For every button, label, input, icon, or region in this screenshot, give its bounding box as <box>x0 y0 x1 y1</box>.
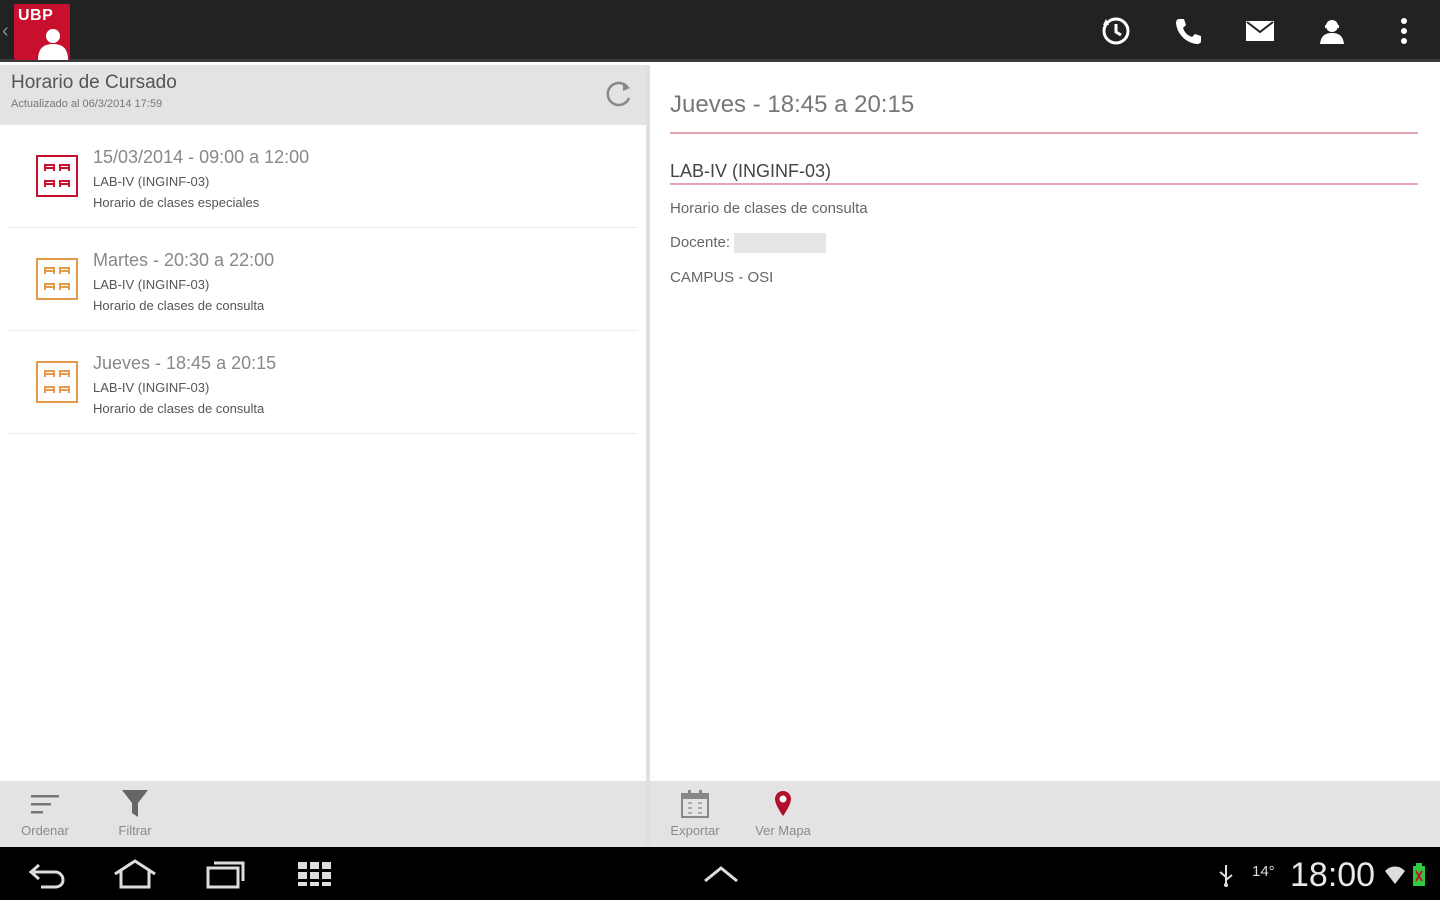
updated-timestamp: Actualizado al 06/3/2014 17:59 <box>11 98 163 110</box>
teacher-name-redacted <box>734 233 827 253</box>
item-type: Horario de clases especiales <box>93 195 260 210</box>
calendar-icon <box>36 258 78 300</box>
item-title: Jueves - 18:45 a 20:15 <box>93 353 277 373</box>
detail-location: CAMPUS - OSI <box>670 269 774 286</box>
action-icons <box>1080 0 1440 62</box>
list-header: Horario de Cursado Actualizado al 06/3/2… <box>0 65 646 125</box>
clock: 18:00 <box>1290 856 1376 894</box>
item-subject: LAB-IV (INGINF-03) <box>93 380 210 395</box>
map-pin-icon <box>738 787 828 821</box>
home-icon[interactable] <box>100 855 170 893</box>
calendar-icon <box>36 155 78 197</box>
page-title: Horario de Cursado <box>11 72 177 93</box>
calendar-export-icon <box>650 787 740 821</box>
item-type: Horario de clases de consulta <box>93 401 265 416</box>
detail-teacher: Docente: <box>670 233 827 253</box>
item-subject: LAB-IV (INGINF-03) <box>93 174 210 189</box>
view-map-button[interactable]: Ver Mapa <box>738 787 828 843</box>
detail-subject: LAB-IV (INGINF-03) <box>670 161 832 181</box>
temperature-indicator: 14° <box>1252 863 1275 880</box>
sort-button[interactable]: Ordenar <box>0 787 90 843</box>
detail-toolbar: Exportar Ver Mapa <box>650 781 1440 847</box>
export-button[interactable]: Exportar <box>650 787 740 843</box>
list-toolbar: Ordenar Filtrar <box>0 781 646 847</box>
schedule-list-item[interactable]: Jueves - 18:45 a 20:15 LAB-IV (INGINF-03… <box>8 331 638 434</box>
system-nav-bar: 14° 18:00 <box>0 847 1440 900</box>
overflow-menu-icon[interactable] <box>1368 0 1440 62</box>
app-logo[interactable]: UBP <box>14 4 70 60</box>
user-figure-icon <box>38 29 68 60</box>
wifi-icon <box>1384 863 1406 889</box>
sort-icon <box>0 787 90 821</box>
item-title: Martes - 20:30 a 22:00 <box>93 250 275 270</box>
app-grid-icon[interactable] <box>280 855 350 893</box>
schedule-list-pane: Horario de Cursado Actualizado al 06/3/2… <box>0 65 646 781</box>
schedule-detail-pane: Jueves - 18:45 a 20:15 LAB-IV (INGINF-03… <box>650 65 1440 781</box>
back-icon[interactable] <box>12 855 82 893</box>
title-rule <box>670 132 1418 134</box>
back-caret-icon[interactable]: ‹ <box>2 20 9 43</box>
recent-apps-icon[interactable] <box>190 855 260 893</box>
phone-icon[interactable] <box>1152 0 1224 62</box>
detail-title: Jueves - 18:45 a 20:15 <box>670 91 915 118</box>
usb-icon <box>1216 863 1236 891</box>
teacher-label: Docente: <box>670 233 731 251</box>
export-label: Exportar <box>670 823 720 838</box>
chevron-up-icon[interactable] <box>686 855 756 893</box>
profile-icon[interactable] <box>1296 0 1368 62</box>
history-icon[interactable] <box>1080 0 1152 62</box>
action-bar: ‹ UBP <box>0 0 1440 62</box>
item-subject: LAB-IV (INGINF-03) <box>93 277 210 292</box>
subject-rule <box>670 183 1418 185</box>
schedule-list-item[interactable]: 15/03/2014 - 09:00 a 12:00 LAB-IV (INGIN… <box>8 125 638 228</box>
filter-button[interactable]: Filtrar <box>90 787 180 843</box>
battery-icon <box>1412 863 1426 891</box>
filter-icon <box>90 787 180 821</box>
item-title: 15/03/2014 - 09:00 a 12:00 <box>93 147 310 167</box>
view-map-label: Ver Mapa <box>755 823 811 838</box>
detail-type: Horario de clases de consulta <box>670 200 868 217</box>
schedule-list-item[interactable]: Martes - 20:30 a 22:00 LAB-IV (INGINF-03… <box>8 228 638 331</box>
sort-label: Ordenar <box>21 823 69 838</box>
filter-label: Filtrar <box>118 823 152 838</box>
calendar-icon <box>36 361 78 403</box>
item-type: Horario de clases de consulta <box>93 298 265 313</box>
refresh-icon[interactable] <box>604 79 634 114</box>
mail-icon[interactable] <box>1224 0 1296 62</box>
